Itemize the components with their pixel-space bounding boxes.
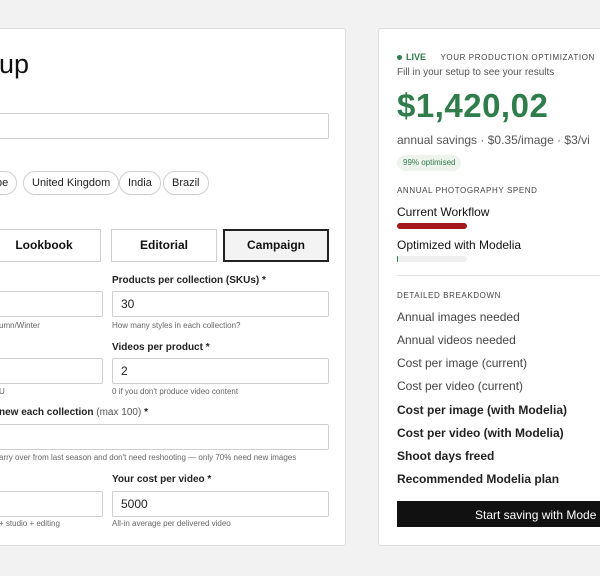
videos-input[interactable] [112,358,329,384]
country-chip-europe[interactable]: pe [0,171,18,195]
results-prompt: Fill in your setup to see your results [397,67,555,78]
images-help: U [0,387,5,396]
videos-label: Videos per product * [112,342,210,353]
new-each-help: arry over from last season and don't nee… [0,453,297,462]
country-chip-brazil[interactable]: Brazil [163,171,209,195]
setup-title: up [0,49,30,79]
cost-video-label-text: Your cost per video [112,474,205,485]
tab-editorial[interactable]: Editorial [111,229,217,262]
results-header: LIVE YOUR PRODUCTION OPTIMIZATION [397,47,595,65]
tab-lookbook[interactable]: Lookbook [0,229,101,262]
live-dot-icon [397,55,402,61]
current-workflow-bar [397,223,467,229]
season-input[interactable] [0,291,103,317]
cost-image-help: + studio + editing [0,519,60,528]
products-help: How many styles in each collection? [112,321,241,330]
required-mark: * [262,275,266,286]
brand-input[interactable] [0,113,329,139]
tab-campaign[interactable]: Campaign [223,229,329,262]
breakdown-recommended-plan: Recommended Modelia plan [397,472,560,486]
savings-subtext: annual savings · $0.35/image · $3/vi [397,133,590,147]
breakdown-annual-videos: Annual videos needed [397,333,516,347]
optimized-workflow-bar [397,256,467,262]
videos-label-text: Videos per product [112,342,203,353]
cost-video-input[interactable] [112,491,329,517]
images-per-sku-input[interactable] [0,358,103,384]
new-each-hint: (max 100) [96,407,142,418]
breakdown-cost-video-current: Cost per video (current) [397,379,524,393]
annual-savings-value: $1,420,02 [397,87,549,124]
divider [397,275,600,276]
cost-video-label: Your cost per video * [112,474,211,485]
breakdown-shoot-days-freed: Shoot days freed [397,449,495,463]
start-saving-button[interactable]: Start saving with Mode [397,501,600,527]
breakdown-cost-video-modelia: Cost per video (with Modelia) [397,426,564,440]
cost-image-input[interactable] [0,491,103,517]
required-mark: * [144,407,148,418]
new-each-label-text: new each collection [0,407,94,418]
optimised-badge: 99% optimised [397,155,462,171]
season-help: umn/Winter [0,321,40,330]
products-label: Products per collection (SKUs) * [112,275,266,286]
optimized-workflow-label: Optimized with Modelia [397,238,522,252]
country-chip-india[interactable]: India [119,171,161,195]
current-workflow-label: Current Workflow [397,205,490,219]
new-each-input[interactable] [0,424,329,450]
cost-video-help: All-in average per delivered video [112,519,231,528]
required-mark: * [205,342,210,353]
videos-help: 0 if you don't produce video content [112,387,239,396]
new-each-label: new each collection (max 100) * [0,407,148,418]
results-heading: YOUR PRODUCTION OPTIMIZATION [440,53,595,62]
live-badge: LIVE [397,52,426,62]
current-workflow-bar-fill [397,223,467,229]
optimized-workflow-bar-fill [397,256,399,262]
products-label-text: Products per collection (SKUs) [112,275,260,286]
products-input[interactable] [112,291,329,317]
breakdown-cost-image-modelia: Cost per image (with Modelia) [397,403,568,417]
results-card: LIVE YOUR PRODUCTION OPTIMIZATION Fill i… [378,28,600,546]
required-mark: * [207,474,212,485]
breakdown-annual-images: Annual images needed [397,310,520,324]
breakdown-heading: DETAILED BREAKDOWN [397,291,501,300]
spend-heading: ANNUAL PHOTOGRAPHY SPEND [397,186,538,195]
live-text: LIVE [406,52,427,62]
setup-card: up pe United Kingdom India Brazil Lookbo… [0,28,346,546]
breakdown-cost-image-current: Cost per image (current) [397,356,528,370]
country-chip-uk[interactable]: United Kingdom [23,171,120,195]
